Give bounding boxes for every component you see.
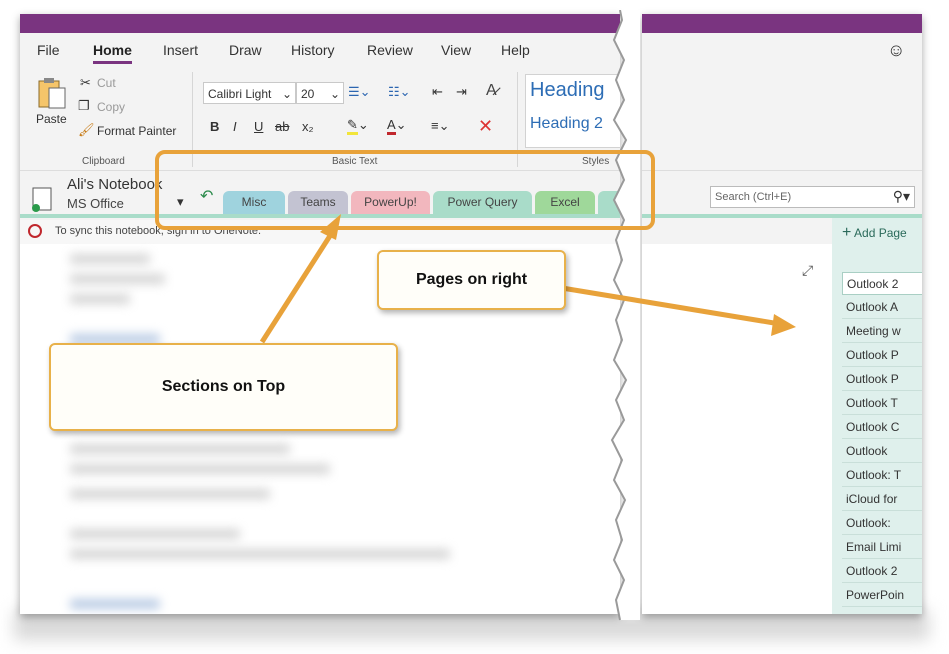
clear-styles-icon[interactable]: A̷ [486,82,497,100]
blurred-text [70,294,130,304]
tab-insert[interactable]: Insert [163,42,198,58]
blurred-text [70,444,290,454]
title-bar [642,14,922,33]
page-white-area[interactable] [642,244,832,614]
highlighter-icon[interactable]: ✎⌄ [347,117,369,135]
smiley-feedback-icon[interactable]: ☺ [887,40,905,61]
chevron-down-icon: ⌄ [329,87,340,101]
notebook-icon [32,187,52,212]
tab-history[interactable]: History [291,42,335,58]
font-name-combo[interactable]: Calibri Light ⌄ [203,82,296,104]
page-item[interactable]: Outlook T [842,392,922,415]
paste-icon [38,78,66,109]
format-painter-icon: 🖌 [78,122,95,137]
page-item[interactable]: Outlook: T [842,464,922,487]
tab-home[interactable]: Home [93,42,132,64]
heading-1-style[interactable]: Heading [530,79,605,102]
strikethrough-button[interactable]: ab [275,119,289,134]
tab-view[interactable]: View [441,42,471,58]
page-item[interactable]: Outlook: [842,512,922,535]
blurred-text [70,599,160,609]
onenote-window-left: File Home Insert Draw History Review Vie… [20,14,620,614]
bold-button[interactable]: B [210,119,219,134]
font-name-value: Calibri Light [208,87,272,101]
tab-review[interactable]: Review [367,42,413,58]
add-page-button[interactable]: + Add Page [842,224,907,242]
page-item[interactable]: Outlook 2 [842,560,922,583]
sections-highlight-box [155,150,655,230]
numbering-icon[interactable]: ☷⌄ [388,84,411,100]
search-input[interactable]: Search (Ctrl+E) ⚲▾ [710,186,915,208]
blurred-text [70,464,330,474]
page-item-selected[interactable]: Outlook 2 [842,272,922,295]
page-item[interactable]: Email Limi [842,536,922,559]
increase-indent-icon[interactable]: ⇥ [456,84,467,100]
page-item[interactable]: Meeting w [842,320,922,343]
font-size-combo[interactable]: 20 ⌄ [296,82,344,104]
plus-icon: + [842,224,852,241]
sync-warning-icon [28,224,42,238]
add-page-label: Add Page [854,226,907,240]
page-item[interactable]: OutlookM [842,608,922,614]
blurred-text [70,549,450,559]
expand-icon[interactable]: ⤢ [802,262,813,279]
bullets-icon[interactable]: ☰⌄ [348,84,371,100]
page-item[interactable]: Outlook P [842,368,922,391]
page-shadow [14,610,929,640]
tab-draw[interactable]: Draw [229,42,262,58]
paste-label: Paste [36,112,67,126]
callout-sections-on-top: Sections on Top [49,343,398,431]
font-color-icon[interactable]: A⌄ [387,117,407,135]
chevron-down-icon: ⌄ [281,87,292,101]
copy-button[interactable]: Copy [97,100,125,114]
font-size-value: 20 [301,87,315,101]
callout-pages-on-right: Pages on right [377,250,566,310]
scissors-icon: ✂ [80,75,91,90]
tab-help[interactable]: Help [501,42,530,58]
onenote-window-right: ☺ Search (Ctrl+E) ⚲▾ + Add Page Outlook … [642,14,922,614]
decrease-indent-icon[interactable]: ⇤ [432,84,443,100]
blurred-text [70,274,165,284]
search-icon[interactable]: ⚲▾ [893,188,910,205]
notebook-subtitle: MS Office [67,196,124,211]
blurred-text [70,529,240,539]
title-bar [20,14,620,33]
format-painter-button[interactable]: Format Painter [97,124,176,138]
search-placeholder: Search (Ctrl+E) [715,191,792,203]
underline-button[interactable]: U [254,119,263,134]
callout-pages-text: Pages on right [415,271,528,288]
page-item[interactable]: Outlook P [842,344,922,367]
page-item[interactable]: iCloud for [842,488,922,511]
paste-button[interactable]: Paste [32,74,72,149]
torn-edge [610,10,640,621]
italic-button[interactable]: I [233,119,237,134]
cut-button[interactable]: Cut [97,76,116,90]
clipboard-group-label: Clipboard [82,156,125,167]
notebook-name[interactable]: Ali's Notebook [67,176,162,193]
page-item[interactable]: Outlook A [842,296,922,319]
callout-sections-text: Sections on Top [161,378,286,395]
clear-formatting-icon[interactable]: ✕ [478,116,493,137]
page-list-pane: + Add Page Outlook 2 Outlook A Meeting w Ou… [832,218,922,614]
page-item[interactable]: Outlook [842,440,922,463]
page-item[interactable]: PowerPoin [842,584,922,607]
blurred-text [70,489,270,499]
copy-icon: ❐ [78,98,90,113]
subscript-button[interactable]: x₂ [302,119,314,134]
blurred-text [70,254,150,264]
align-icon[interactable]: ≡⌄ [431,118,449,134]
heading-2-style[interactable]: Heading 2 [530,115,603,133]
page-item[interactable]: Outlook C [842,416,922,439]
tab-file[interactable]: File [37,42,60,58]
